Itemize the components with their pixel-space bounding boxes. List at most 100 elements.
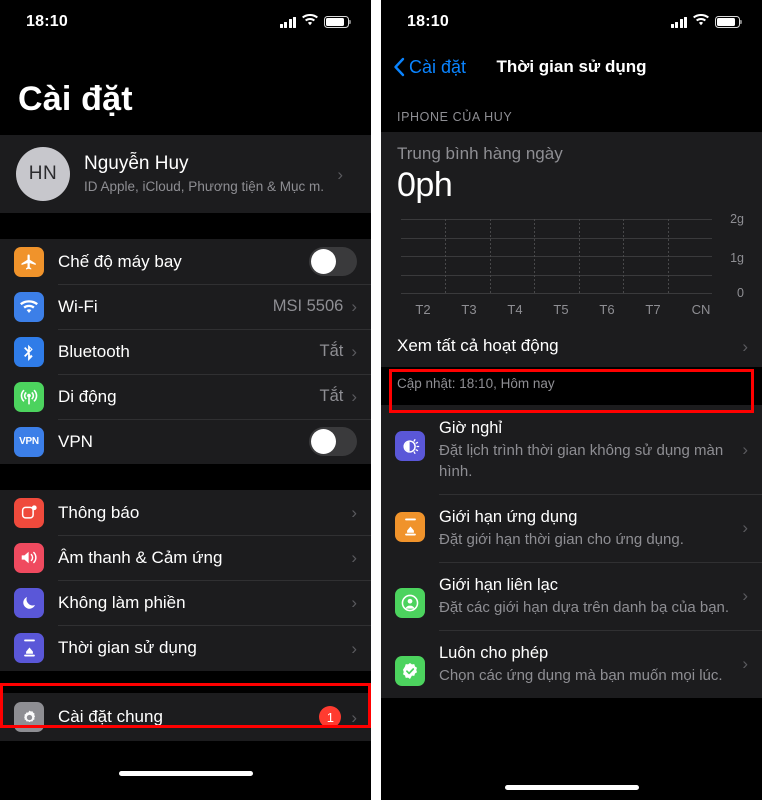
list-item-app-limits[interactable]: Giới hạn ứng dụng Đặt giới hạn thời gian… [381, 494, 762, 562]
list-item-downtime[interactable]: Giờ nghỉ Đặt lịch trình thời gian không … [381, 405, 762, 494]
chevron-right-icon: › [742, 439, 748, 459]
cellular-value: Tắt [319, 387, 344, 405]
gridline-vertical [534, 219, 536, 293]
chart-plot-area [401, 219, 712, 294]
x-axis-tick-label: CN [691, 302, 711, 317]
gridline-vertical [667, 219, 669, 293]
account-name: Nguyễn Huy [84, 153, 189, 174]
sidebar-item-label: Cài đặt chung [58, 707, 163, 726]
usage-summary-card: Trung bình hàng ngày 0ph 2g 1g 0 T2 T3 T… [381, 132, 762, 367]
sidebar-item-label: Thông báo [58, 502, 140, 522]
list-item-text: Giới hạn ứng dụng Đặt giới hạn thời gian… [439, 506, 742, 550]
cellular-icon [14, 381, 44, 412]
account-text: Nguyễn Huy ID Apple, iCloud, Phương tiện… [84, 152, 323, 196]
airplane-icon [14, 246, 44, 277]
hourglass-icon [14, 633, 44, 663]
sidebar-item-label: Âm thanh & Cảm ứng [58, 547, 223, 567]
updated-text: Cập nhật: 18:10, Hôm nay [381, 367, 762, 405]
sidebar-item-bluetooth[interactable]: Bluetooth Tắt › [0, 329, 371, 374]
vpn-toggle[interactable] [309, 427, 357, 456]
gear-icon [14, 702, 44, 732]
list-item-title: Giờ nghỉ [439, 419, 503, 437]
sidebar-item-screen-time[interactable]: Thời gian sử dụng › [0, 625, 371, 671]
sidebar-item-sounds[interactable]: Âm thanh & Cảm ứng › [0, 535, 371, 580]
list-item-communication-limits[interactable]: Giới hạn liên lạc Đặt các giới hạn dựa t… [381, 562, 762, 630]
x-axis-tick-label: T7 [645, 302, 661, 317]
list-item-text: Luôn cho phép Chọn các ứng dụng mà bạn m… [439, 642, 742, 686]
chevron-right-icon: › [351, 503, 357, 522]
x-axis-tick-label: T4 [507, 302, 523, 317]
cellular-bars-icon [670, 16, 687, 28]
chevron-right-icon: › [351, 707, 357, 727]
back-button-label: Cài đặt [409, 56, 467, 77]
page-title: Cài đặt [18, 80, 133, 118]
sidebar-item-do-not-disturb[interactable]: Không làm phiền › [0, 580, 371, 625]
gridline-vertical [623, 219, 625, 293]
list-item-always-allowed[interactable]: Luôn cho phép Chọn các ứng dụng mà bạn m… [381, 630, 762, 698]
check-badge-icon [395, 656, 425, 686]
status-badge: 1 [319, 706, 342, 728]
screen-time-features-list: Giờ nghỉ Đặt lịch trình thời gian không … [381, 405, 762, 698]
airplane-mode-toggle[interactable] [309, 247, 357, 276]
list-item-title: Luôn cho phép [439, 644, 549, 662]
sidebar-item-cellular[interactable]: Di động Tắt › [0, 374, 371, 419]
settings-group-connectivity: Chế độ máy bay Wi-Fi MSI 5506 › Bluetoot… [0, 239, 371, 464]
account-row[interactable]: HN Nguyễn Huy ID Apple, iCloud, Phương t… [0, 135, 371, 213]
left-phone-screen: 18:10 Cài đặt HN Nguyễn Huy ID Apple, iC… [0, 0, 371, 800]
list-item-text: Giờ nghỉ Đặt lịch trình thời gian không … [439, 417, 742, 482]
back-button[interactable]: Cài đặt [393, 57, 466, 78]
x-axis-tick-label: T6 [599, 302, 615, 317]
list-item-title: Giới hạn ứng dụng [439, 508, 578, 526]
sidebar-item-general[interactable]: Cài đặt chung 1 › [0, 693, 371, 741]
list-item-description: Đặt lịch trình thời gian không sử dụng m… [439, 442, 724, 480]
sidebar-item-vpn[interactable]: VPN VPN [0, 419, 371, 464]
avatar: HN [16, 147, 70, 201]
wifi-icon [302, 13, 318, 31]
bluetooth-value: Tắt [319, 342, 344, 360]
y-axis-tick-label: 2g [730, 212, 744, 226]
battery-icon [715, 16, 743, 28]
gridline-vertical [445, 219, 447, 293]
gridline [401, 219, 712, 220]
hourglass-icon [395, 512, 425, 542]
vpn-icon: VPN [14, 426, 44, 457]
settings-group-notifications: Thông báo › Âm thanh & Cảm ứng › Không l… [0, 490, 371, 671]
chevron-right-icon: › [351, 387, 357, 406]
gridline-baseline [401, 293, 712, 294]
status-bar: 18:10 [0, 0, 371, 44]
sound-icon [14, 542, 44, 573]
status-bar: 18:10 [381, 0, 762, 44]
sidebar-item-notifications[interactable]: Thông báo › [0, 490, 371, 535]
chevron-right-icon: › [351, 593, 357, 612]
sidebar-item-label: VPN [58, 431, 93, 451]
group-spacer [0, 671, 371, 693]
usage-bar-chart[interactable]: 2g 1g 0 T2 T3 T4 T5 T6 T7 CN [395, 212, 748, 319]
average-label: Trung bình hàng ngày [397, 144, 563, 163]
gridline [401, 274, 712, 276]
see-all-activity-label: Xem tất cả hoạt động [397, 336, 559, 355]
gridline-vertical [578, 219, 580, 293]
sidebar-item-label: Di động [58, 386, 117, 406]
status-bar-time: 18:10 [407, 13, 449, 30]
sidebar-item-label: Không làm phiền [58, 592, 186, 612]
y-axis-tick-label: 1g [730, 251, 744, 265]
chevron-right-icon: › [337, 164, 343, 184]
bluetooth-icon [14, 336, 44, 367]
settings-group-general: Cài đặt chung 1 › [0, 693, 371, 741]
home-indicator [504, 785, 639, 790]
dual-screenshot: 18:10 Cài đặt HN Nguyễn Huy ID Apple, iC… [0, 0, 762, 800]
sidebar-item-wifi[interactable]: Wi-Fi MSI 5506 › [0, 284, 371, 329]
right-phone-screen: 18:10 Cài đặt Thời gian sử dụng IPHONE C… [381, 0, 762, 800]
x-axis-tick-label: T5 [553, 302, 569, 317]
see-all-activity-row[interactable]: Xem tất cả hoạt động › [381, 325, 762, 367]
sidebar-item-label: Bluetooth [58, 341, 130, 361]
wifi-icon [14, 291, 44, 322]
person-circle-icon [395, 588, 425, 618]
section-header: IPHONE CỦA HUY [381, 90, 762, 132]
navigation-bar: Cài đặt Thời gian sử dụng [381, 44, 762, 90]
chevron-right-icon: › [742, 654, 748, 673]
status-bar-indicators [670, 13, 743, 31]
sidebar-item-airplane-mode[interactable]: Chế độ máy bay [0, 239, 371, 284]
panel-divider [371, 0, 381, 800]
battery-icon [324, 16, 352, 28]
